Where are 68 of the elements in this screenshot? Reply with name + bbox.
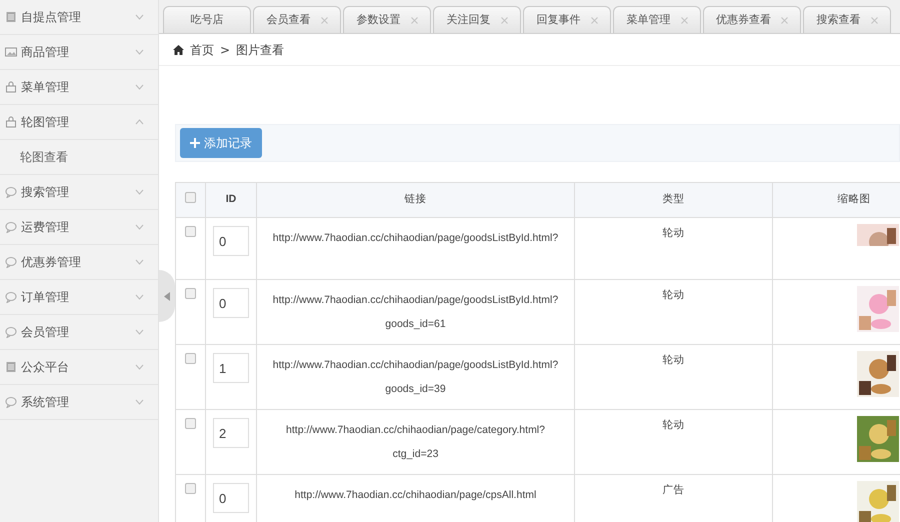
sidebar-item[interactable]: 搜索管理	[0, 175, 158, 210]
tab[interactable]: 参数设置	[343, 6, 431, 33]
id-field[interactable]: 2	[213, 418, 249, 448]
close-icon[interactable]	[500, 16, 508, 24]
breadcrumb-current: 图片查看	[236, 42, 284, 58]
tab[interactable]: 回复事件	[523, 6, 611, 33]
close-icon[interactable]	[870, 16, 878, 24]
link-text: http://www.7haodian.cc/chihaodian/page/cpsAll.html	[294, 488, 538, 503]
sidebar-item[interactable]: 菜单管理	[0, 70, 158, 105]
sidebar-item[interactable]: 会员管理	[0, 315, 158, 350]
type-cell: 轮动	[574, 410, 772, 474]
type-cell: 轮动	[574, 218, 772, 280]
column-header: 缩略图	[772, 182, 900, 218]
id-field[interactable]: 1	[213, 353, 249, 383]
link-text: http://www.7haodian.cc/chihaodian/page/goodsListById.html? goods_id=39	[272, 358, 560, 397]
document-icon	[5, 11, 17, 23]
tab[interactable]: 优惠券查看	[703, 6, 801, 33]
bag-icon	[5, 81, 17, 93]
sidebar-item[interactable]: 商品管理	[0, 35, 158, 70]
plus-icon	[190, 138, 200, 148]
breadcrumb-separator: >	[220, 42, 230, 58]
select-all-checkbox[interactable]	[185, 192, 196, 203]
close-icon[interactable]	[320, 16, 328, 24]
chat-icon	[5, 291, 17, 303]
breadcrumb-link[interactable]: 首页	[190, 40, 214, 58]
sidebar-item[interactable]: 系统管理	[0, 385, 158, 420]
sidebar-item[interactable]: 公众平台	[0, 350, 158, 385]
sidebar-item[interactable]: 自提点管理	[0, 0, 158, 35]
column-header: ID	[206, 182, 256, 218]
sidebar-item[interactable]: 优惠券管理	[0, 245, 158, 280]
close-icon[interactable]	[590, 16, 598, 24]
type-cell: 轮动	[574, 344, 772, 410]
sidebar-item[interactable]: 轮图管理	[0, 105, 158, 140]
id-field[interactable]: 0	[213, 288, 249, 318]
tab[interactable]: 吃号店	[163, 6, 251, 33]
link-text: http://www.7haodian.cc/chihaodian/page/goodsListById.html? goods_id=61	[272, 293, 560, 332]
link-text: http://www.7haodian.cc/chihaodian/page/category.html? ctg_id=23	[285, 423, 546, 462]
close-icon[interactable]	[781, 16, 788, 24]
sidebar-item[interactable]: 运费管理	[0, 210, 158, 245]
chat-icon	[5, 221, 17, 233]
image-icon	[5, 46, 17, 58]
id-field[interactable]: 0	[213, 483, 249, 513]
tab[interactable]: 菜单管理	[613, 6, 701, 33]
sidebar-subitem[interactable]: 轮图查看	[0, 140, 158, 175]
chat-icon	[5, 326, 17, 338]
row-checkbox[interactable]	[185, 353, 196, 364]
chat-icon	[5, 396, 17, 408]
tab[interactable]: 搜索查看	[803, 6, 891, 33]
id-field[interactable]: 0	[213, 226, 249, 256]
home-icon	[173, 44, 184, 54]
sidebar-item[interactable]: 订单管理	[0, 280, 158, 315]
row-checkbox[interactable]	[185, 483, 196, 494]
type-cell: 轮动	[574, 280, 772, 344]
row-checkbox[interactable]	[185, 226, 196, 237]
link-text: http://www.7haodian.cc/chihaodian/page/goodsListById.html?	[272, 231, 560, 246]
close-icon[interactable]	[680, 16, 688, 24]
bag-icon	[5, 116, 17, 128]
tab[interactable]: 关注回复	[433, 6, 521, 33]
row-checkbox[interactable]	[185, 418, 196, 429]
column-header: 链接	[256, 182, 574, 218]
column-header: 类型	[574, 182, 772, 218]
document-icon	[5, 361, 17, 373]
close-icon[interactable]	[410, 16, 418, 24]
chat-icon	[5, 256, 17, 268]
row-checkbox[interactable]	[185, 288, 196, 299]
collapse-handle[interactable]	[159, 270, 175, 322]
chat-icon	[5, 186, 17, 198]
tab[interactable]: 会员查看	[253, 6, 341, 33]
